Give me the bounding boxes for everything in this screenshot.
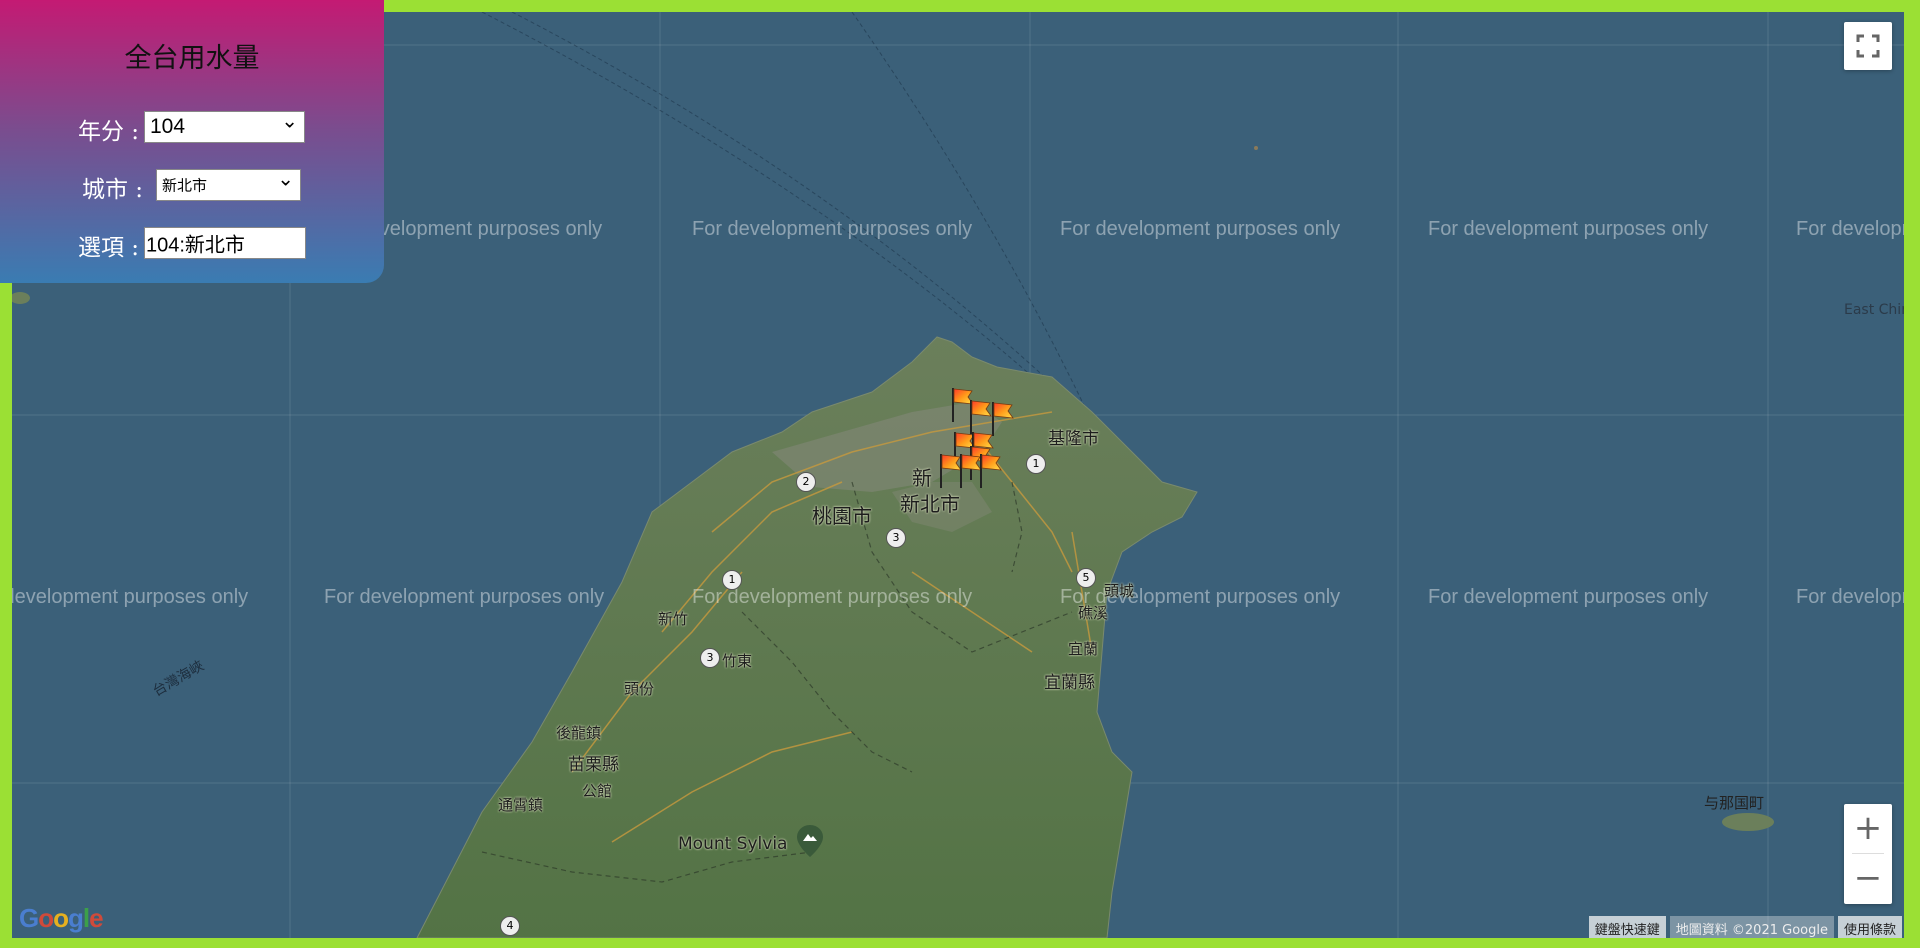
route-shield: 5	[1076, 568, 1096, 588]
place-label-zhudong: 竹東	[722, 652, 753, 670]
watermark: For development purposes only	[1428, 586, 1709, 608]
option-field-value: 104:新北市	[146, 234, 245, 257]
place-label-newtaipei: 新北市	[900, 492, 960, 516]
zoom-control: + −	[1844, 804, 1892, 904]
watermark: For development purposes only	[1796, 586, 1904, 608]
terms-link[interactable]: 使用條款	[1837, 916, 1902, 938]
panel-title: 全台用水量	[124, 43, 260, 74]
place-label-gongguan: 公館	[582, 782, 613, 800]
route-shield: 1	[1026, 454, 1046, 474]
watermark: For development purposes only	[1428, 218, 1709, 240]
place-label-toufen: 頭份	[624, 680, 655, 698]
place-label-houlong: 後龍鎮	[556, 724, 602, 742]
place-label-keelung: 基隆市	[1048, 429, 1099, 449]
keyboard-shortcuts-link[interactable]: 鍵盤快速鍵	[1588, 916, 1666, 938]
control-panel: 全台用水量 年分 : 104 ⌄ 城市 : 新北市 ⌄ 選項 : 104:新北市	[0, 0, 384, 283]
route-shield: 2	[796, 472, 816, 492]
place-label-miaoli: 苗栗縣	[568, 755, 619, 775]
flag-icon[interactable]	[978, 452, 1004, 492]
place-label-mount-sylvia: Mount Sylvia	[678, 834, 788, 854]
watermark: For development purposes only	[12, 586, 249, 608]
watermark: For development purposes only	[1796, 218, 1904, 240]
route-shield: 3	[886, 528, 906, 548]
route-shield: 4	[500, 916, 520, 936]
watermark: For development purposes only	[324, 586, 605, 608]
year-select-value: 104	[150, 115, 186, 138]
place-label-yilan-county: 宜蘭縣	[1044, 673, 1095, 693]
chevron-down-icon: ⌄	[277, 168, 294, 191]
route-shield: 3	[700, 648, 720, 668]
route-shield: 1	[722, 570, 742, 590]
fullscreen-button[interactable]	[1844, 22, 1892, 70]
fullscreen-icon	[1856, 34, 1880, 58]
mountain-pin-icon	[796, 824, 824, 858]
option-label: 選項 :	[78, 235, 140, 261]
option-field[interactable]: 104:新北市	[144, 227, 306, 259]
map-data-credit: 地圖資料 ©2021 Google	[1669, 916, 1834, 938]
city-label: 城市 :	[82, 177, 144, 203]
place-label-yilan: 宜蘭	[1068, 640, 1099, 658]
watermark: For development purposes only	[1060, 218, 1341, 240]
watermark: For development purposes only	[692, 218, 973, 240]
year-select[interactable]: 104 ⌄	[144, 111, 305, 143]
city-select[interactable]: 新北市 ⌄	[156, 169, 301, 201]
google-logo: Google	[19, 903, 104, 933]
year-label: 年分 :	[78, 119, 140, 145]
place-label-jiaoxi: 礁溪	[1078, 604, 1109, 622]
place-label-hsinchu: 新竹	[658, 610, 689, 628]
chevron-down-icon: ⌄	[281, 110, 298, 133]
city-select-value: 新北市	[162, 177, 208, 195]
place-label-newtaipei-partial: 新	[912, 466, 932, 490]
zoom-out-button[interactable]: −	[1844, 854, 1892, 904]
map-attribution: 鍵盤快速鍵 地圖資料 ©2021 Google 使用條款	[1588, 916, 1902, 938]
place-label-taoyuan: 桃園市	[812, 504, 872, 528]
place-label-toucheng: 頭城	[1104, 582, 1135, 600]
place-label-yonaguni: 与那国町	[1704, 794, 1765, 812]
place-label-east-china: East Chin	[1844, 302, 1904, 318]
place-label-tongxiao: 通霄鎮	[498, 796, 544, 814]
zoom-in-button[interactable]: +	[1844, 804, 1892, 854]
